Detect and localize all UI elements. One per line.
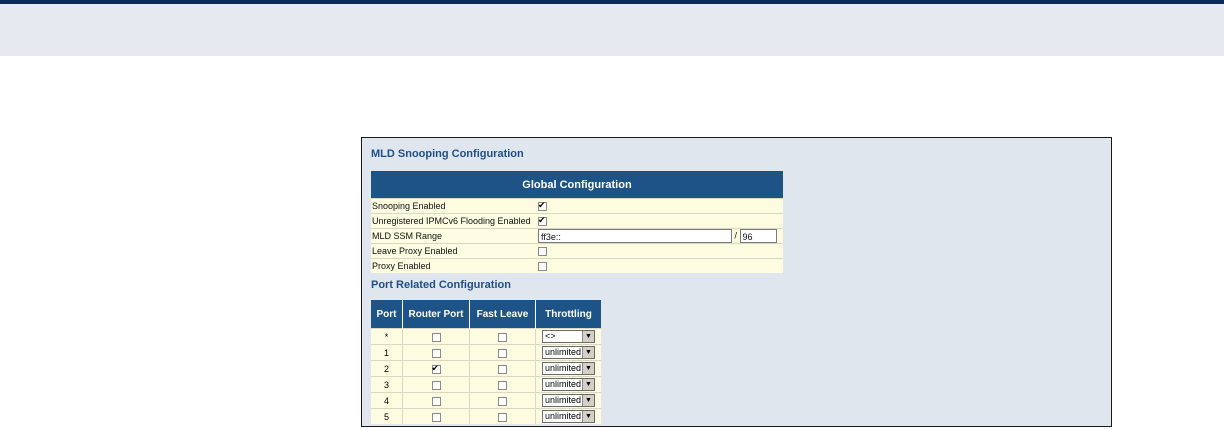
router-port-checkbox[interactable] bbox=[431, 332, 441, 342]
router-port-checkbox[interactable] bbox=[431, 362, 441, 374]
port-config-table: Port Router Port Fast Leave Throttling *… bbox=[371, 300, 601, 424]
page-title: MLD Snooping Configuration bbox=[371, 148, 524, 160]
header-band bbox=[0, 4, 1224, 56]
leave-proxy-label: Leave Proxy Enabled bbox=[371, 243, 537, 259]
port-number: 1 bbox=[371, 344, 403, 361]
config-panel: MLD Snooping Configuration Global Config… bbox=[361, 137, 1112, 427]
table-row: 3 unlimited ▼ bbox=[371, 376, 601, 393]
table-row: Leave Proxy Enabled bbox=[371, 243, 783, 259]
router-port-checkbox[interactable] bbox=[431, 380, 441, 390]
unregistered-flooding-label: Unregistered IPMCv6 Flooding Enabled bbox=[371, 213, 537, 229]
proxy-enabled-checkbox[interactable] bbox=[538, 262, 547, 272]
port-section-title: Port Related Configuration bbox=[371, 279, 511, 291]
fast-leave-column-header: Fast Leave bbox=[469, 300, 536, 329]
unregistered-flooding-checkbox[interactable] bbox=[538, 214, 547, 227]
chevron-down-icon: ▼ bbox=[582, 411, 594, 422]
ssm-range-label: MLD SSM Range bbox=[371, 228, 537, 244]
throttling-select[interactable]: unlimited ▼ bbox=[542, 346, 595, 359]
table-row: 2 unlimited▼ bbox=[371, 360, 601, 377]
port-number: 2 bbox=[371, 360, 403, 377]
ssm-range-separator: / bbox=[734, 230, 738, 241]
table-row: 5 unlimited ▼ bbox=[371, 408, 601, 424]
fast-leave-checkbox[interactable] bbox=[498, 396, 507, 406]
table-row: Snooping Enabled bbox=[371, 198, 783, 214]
router-port-column-header: Router Port bbox=[402, 300, 470, 329]
leave-proxy-checkbox[interactable] bbox=[538, 247, 547, 257]
fast-leave-checkbox[interactable] bbox=[498, 364, 507, 374]
port-column-header: Port bbox=[371, 300, 403, 329]
throttling-value: unlimited bbox=[545, 411, 582, 421]
router-port-checkbox[interactable] bbox=[431, 348, 441, 358]
throttling-select[interactable]: unlimited ▼ bbox=[542, 410, 595, 423]
throttling-value: <> bbox=[545, 331, 556, 341]
table-row: MLD SSM Range ff3e:: / 96 bbox=[371, 228, 783, 244]
throttling-value: unlimited bbox=[545, 379, 582, 389]
throttling-column-header: Throttling bbox=[535, 300, 601, 329]
table-row: Unregistered IPMCv6 Flooding Enabled bbox=[371, 213, 783, 229]
throttling-select[interactable]: unlimited ▼ bbox=[542, 378, 595, 391]
global-config-table: Global Configuration Snooping Enabled Un… bbox=[371, 171, 783, 273]
throttling-value: unlimited bbox=[545, 363, 582, 373]
ssm-prefix-length-input[interactable]: 96 bbox=[739, 229, 777, 243]
chevron-down-icon: ▼ bbox=[582, 347, 594, 358]
throttling-select[interactable]: unlimited ▼ bbox=[542, 394, 595, 407]
chevron-down-icon: ▼ bbox=[582, 379, 594, 390]
throttling-value: unlimited bbox=[545, 347, 582, 357]
table-row: Proxy Enabled bbox=[371, 258, 783, 273]
fast-leave-checkbox[interactable] bbox=[498, 412, 507, 422]
fast-leave-checkbox[interactable] bbox=[498, 380, 507, 390]
proxy-enabled-label: Proxy Enabled bbox=[371, 258, 537, 273]
fast-leave-checkbox[interactable] bbox=[498, 348, 507, 358]
chevron-down-icon: ▼ bbox=[582, 395, 594, 406]
port-number: 5 bbox=[371, 408, 403, 424]
ssm-range-input[interactable]: ff3e:: bbox=[538, 229, 732, 243]
snooping-enabled-label: Snooping Enabled bbox=[371, 198, 537, 214]
throttling-select[interactable]: unlimited ▼ bbox=[542, 362, 595, 375]
throttling-value: unlimited bbox=[545, 395, 582, 405]
global-config-header: Global Configuration bbox=[371, 171, 783, 199]
port-number: 4 bbox=[371, 392, 403, 409]
throttling-select[interactable]: <> ▼ bbox=[542, 330, 595, 343]
router-port-checkbox[interactable] bbox=[431, 412, 441, 422]
chevron-down-icon: ▼ bbox=[582, 363, 594, 374]
snooping-enabled-checkbox[interactable] bbox=[538, 199, 547, 212]
port-number: 3 bbox=[371, 376, 403, 393]
port-number: * bbox=[371, 328, 403, 345]
fast-leave-checkbox[interactable] bbox=[498, 332, 507, 342]
router-port-checkbox[interactable] bbox=[431, 396, 441, 406]
table-row: 1 unlimited ▼ bbox=[371, 344, 601, 361]
chevron-down-icon: ▼ bbox=[582, 331, 594, 342]
table-row: 4 unlimited ▼ bbox=[371, 392, 601, 409]
table-row: * <> ▼ bbox=[371, 328, 601, 345]
